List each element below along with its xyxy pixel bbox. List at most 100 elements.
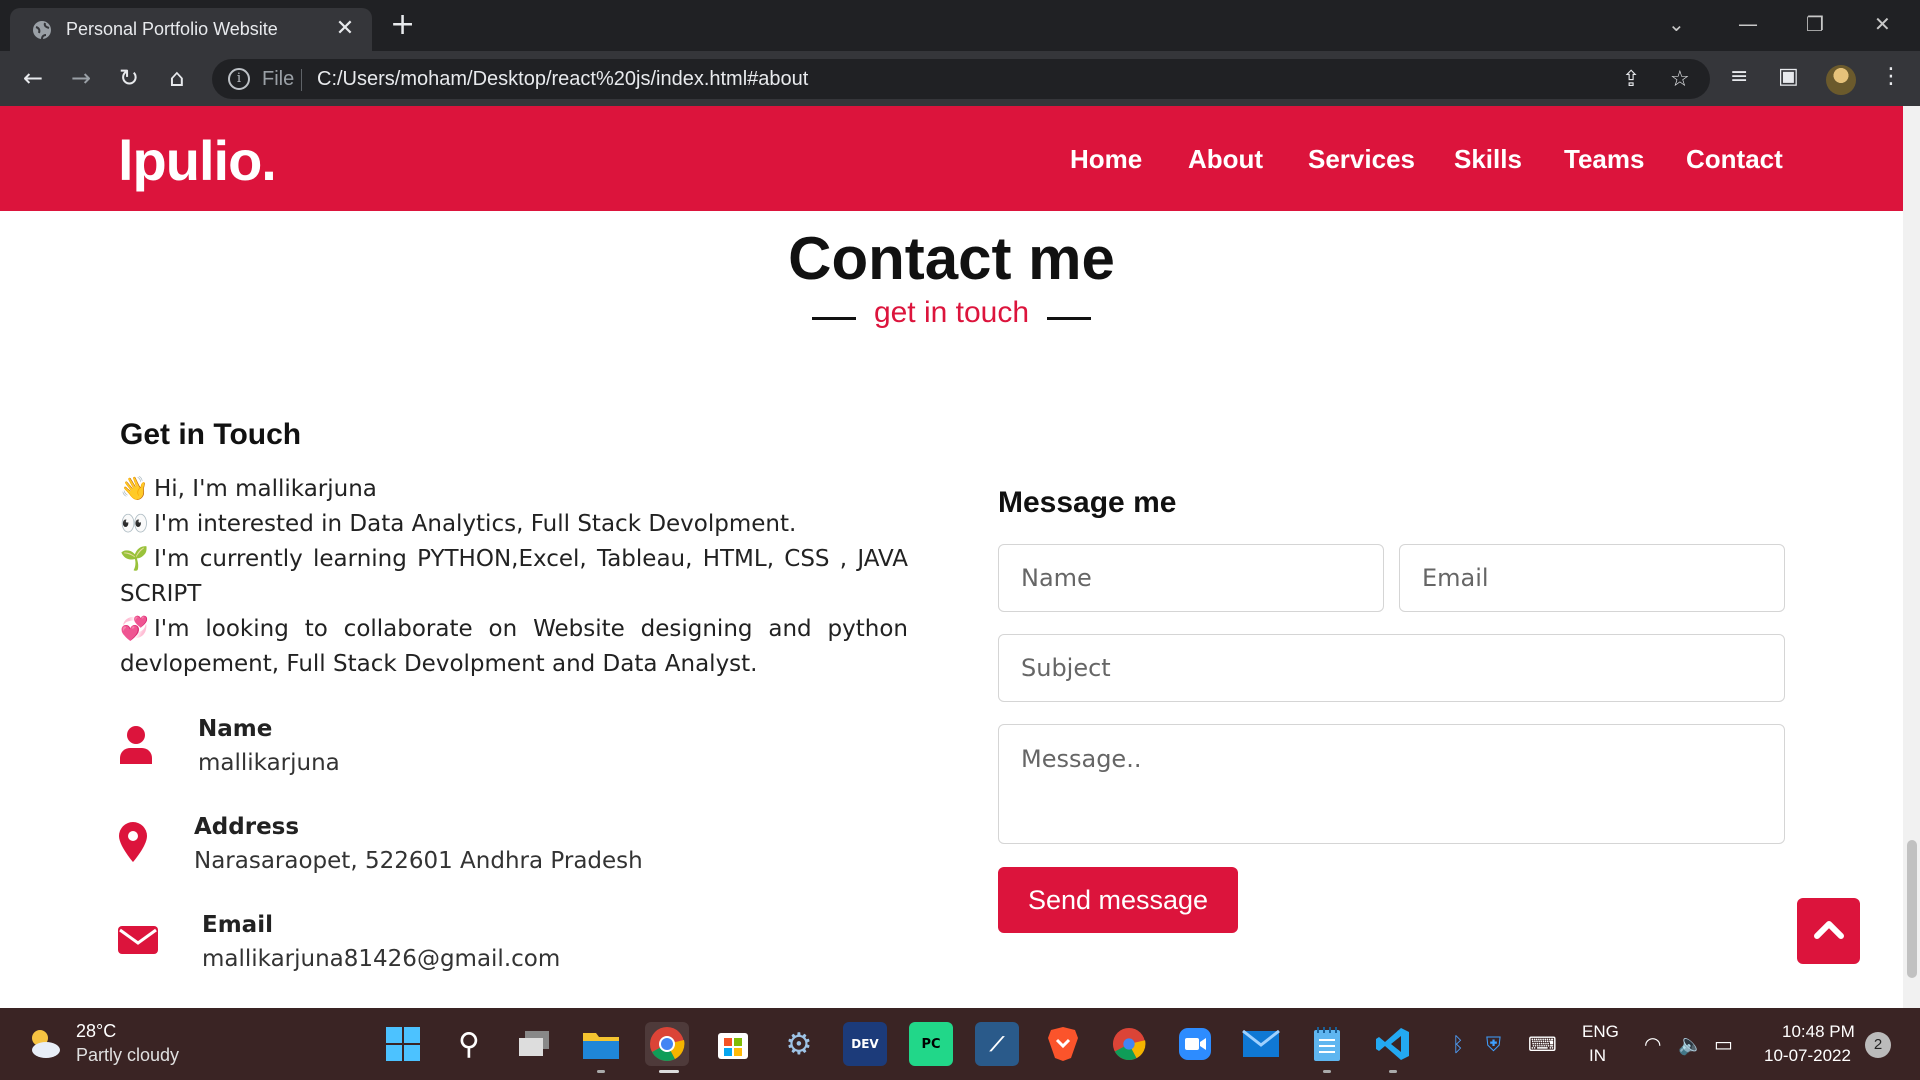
about-line: 💞 I'm looking to collaborate on Website d… [120,612,908,682]
site-navbar: lpulio. Home About Services Skills Teams… [0,106,1903,211]
send-message-button[interactable]: Send message [998,867,1238,933]
chrome-icon[interactable] [645,1022,689,1066]
share-icon[interactable]: ⇪ [1622,67,1640,92]
about-line: 🌱 I'm currently learning PYTHON,Excel, Ta… [120,542,908,612]
zoom-icon[interactable] [1173,1022,1217,1066]
app-running-indicator [597,1070,605,1073]
weather-temp[interactable]: 28°C [76,1021,116,1042]
url-text[interactable]: C:/Users/moham/Desktop/react%20js/index.… [317,68,808,91]
battery-icon[interactable]: ▭ [1714,1032,1733,1056]
name-value: mallikarjuna [198,750,340,776]
restore-icon[interactable]: ❐ [1806,12,1824,36]
notification-badge[interactable]: 2 [1865,1032,1891,1058]
email-value[interactable]: mallikarjuna81426@gmail.com [202,946,560,972]
about-line: 👀 I'm interested in Data Analytics, Full … [120,507,908,542]
side-panel-icon[interactable]: ▣ [1778,64,1799,89]
weather-desc[interactable]: Partly cloudy [76,1045,179,1066]
tab-search-chevron-icon[interactable]: ⌄ [1668,12,1685,36]
message-textarea[interactable] [998,724,1785,844]
new-tab-icon[interactable]: + [390,10,415,40]
lang-secondary[interactable]: IN [1589,1046,1606,1066]
email-input[interactable] [1399,544,1785,612]
file-explorer-icon[interactable] [579,1022,623,1066]
back-icon[interactable]: ← [18,63,48,93]
app-running-indicator [1323,1070,1331,1073]
partly-cloudy-icon[interactable] [26,1026,62,1062]
clock-date[interactable]: 10-07-2022 [1764,1046,1851,1066]
chevron-up-icon [1814,921,1844,939]
nav-contact[interactable]: Contact [1686,144,1783,175]
menu-kebab-icon[interactable]: ⋮ [1880,64,1902,89]
chrome-alt-icon[interactable] [1107,1022,1151,1066]
nav-about[interactable]: About [1188,144,1263,175]
hearts-icon: 💞 [120,616,149,642]
clock-time[interactable]: 10:48 PM [1782,1022,1855,1042]
home-icon[interactable]: ⌂ [162,63,192,93]
page-scrollbar[interactable] [1903,106,1920,1008]
wifi-icon[interactable]: ◠ [1644,1032,1661,1056]
user-icon [120,726,152,764]
pycharm-icon[interactable]: PC [909,1022,953,1066]
section-subtitle: get in touch [811,296,1092,330]
section-subtitle-wrap: get in touch [0,296,1903,330]
scrollbar-thumb[interactable] [1907,840,1917,978]
nav-home[interactable]: Home [1070,144,1142,175]
subject-input[interactable] [998,634,1785,702]
lang-primary[interactable]: ENG [1582,1022,1619,1042]
browser-toolbar: ← → ↻ ⌂ i File C:/Users/moham/Desktop/re… [0,51,1920,106]
notepad-icon[interactable] [1305,1022,1349,1066]
message-me-heading: Message me [998,486,1177,519]
security-shield-icon[interactable]: ⛨ [1486,1032,1501,1056]
nav-teams[interactable]: Teams [1564,144,1644,175]
app-active-indicator [659,1070,679,1073]
name-label: Name [198,716,273,742]
page-viewport: lpulio. Home About Services Skills Teams… [0,106,1920,1008]
address-bar[interactable]: i File C:/Users/moham/Desktop/react%20js… [212,59,1710,99]
eyes-icon: 👀 [120,511,149,537]
search-icon[interactable]: ⚲ [447,1022,491,1066]
bookmark-star-icon[interactable]: ☆ [1670,67,1690,92]
start-windows-icon[interactable] [381,1022,425,1066]
bluetooth-icon[interactable]: ᛒ [1452,1032,1464,1056]
brave-browser-icon[interactable] [1041,1022,1085,1066]
mail-icon[interactable] [1239,1022,1283,1066]
tab-title: Personal Portfolio Website [66,19,278,39]
about-line: 👋 Hi, I'm mallikarjuna [120,472,908,507]
nav-skills[interactable]: Skills [1454,144,1522,175]
seedling-icon: 🌱 [120,546,149,572]
scheme-label: File [262,68,295,90]
browser-tab[interactable]: Personal Portfolio Website ✕ [10,8,372,51]
windows-taskbar: 28°C Partly cloudy ⚲ ⚙ DEV PC ⟋ ᛒ ⛨ ⌨ EN… [0,1008,1920,1080]
name-input[interactable] [998,544,1384,612]
keyboard-icon[interactable]: ⌨ [1528,1032,1557,1056]
site-logo[interactable]: lpulio. [118,128,277,193]
dev-cpp-icon[interactable]: DEV [843,1022,887,1066]
scroll-to-top-button[interactable] [1797,898,1860,964]
get-in-touch-heading: Get in Touch [120,418,302,451]
tab-close-icon[interactable]: ✕ [332,16,358,42]
waving-hand-icon: 👋 [120,476,149,502]
settings-gear-icon[interactable]: ⚙ [777,1022,821,1066]
info-icon[interactable]: i [228,68,250,90]
minimize-icon[interactable]: — [1738,12,1758,36]
volume-icon[interactable]: 🔈 [1678,1032,1703,1056]
forward-icon[interactable]: → [66,63,96,93]
profile-avatar[interactable] [1826,65,1856,95]
address-label: Address [194,814,300,840]
section-title: Contact me [788,225,1115,292]
omnibox-divider [301,69,302,91]
map-marker-icon [119,822,147,862]
nav-services[interactable]: Services [1308,144,1415,175]
vscode-icon[interactable] [1371,1022,1415,1066]
reading-list-icon[interactable]: ≡ [1730,64,1748,89]
browser-tab-strip: Personal Portfolio Website ✕ + ⌄ — ❐ ✕ [0,0,1920,51]
email-label: Email [202,912,273,938]
globe-icon [33,21,51,40]
address-value: Narasaraopet, 522601 Andhra Pradesh [194,848,643,874]
close-window-icon[interactable]: ✕ [1874,12,1891,36]
reload-icon[interactable]: ↻ [114,63,144,93]
envelope-icon [118,926,158,954]
mysql-workbench-icon[interactable]: ⟋ [975,1022,1019,1066]
microsoft-store-icon[interactable] [711,1022,755,1066]
task-view-icon[interactable] [513,1022,557,1066]
